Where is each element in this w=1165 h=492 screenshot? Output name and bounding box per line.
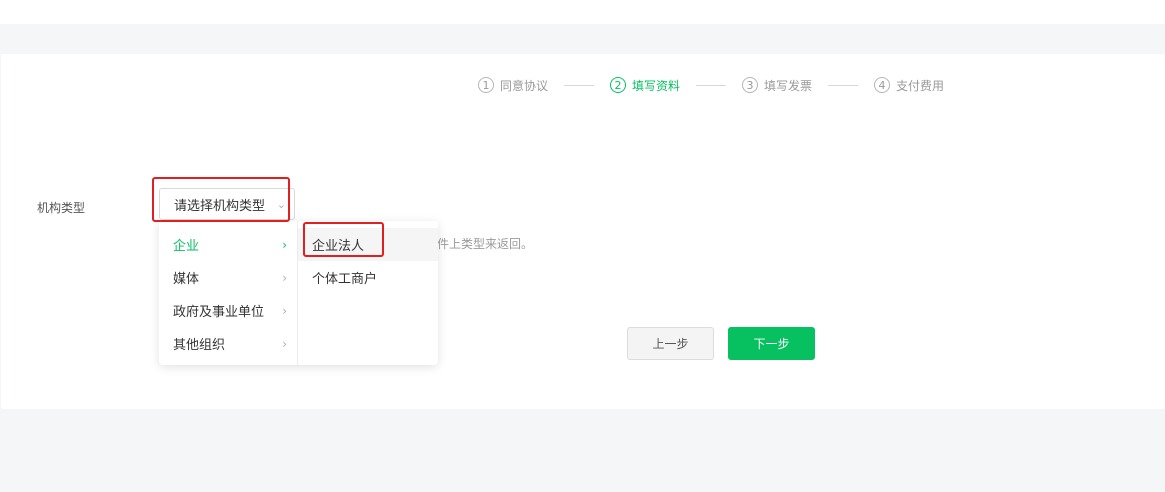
top-bar [0, 0, 1165, 24]
org-type-label: 机构类型 [37, 201, 86, 215]
cascader-level2: 企业法人 个体工商户 [298, 221, 438, 365]
hint-text: 件上类型来返回。 [437, 237, 534, 251]
prev-step-button[interactable]: 上一步 [627, 327, 714, 360]
step-2: 2 填写资料 [610, 77, 680, 94]
step-4-label: 支付费用 [896, 78, 945, 93]
step-2-number: 2 [610, 77, 627, 93]
step-3-number: 3 [742, 77, 759, 93]
option-government[interactable]: 政府及事业单位 › [159, 294, 297, 327]
step-divider [696, 84, 727, 86]
option-enterprise[interactable]: 企业 › [159, 228, 297, 261]
step-3: 3 填写发票 [742, 77, 812, 94]
step-3-label: 填写发票 [764, 78, 813, 93]
step-4-number: 4 [874, 77, 891, 93]
option-other-org[interactable]: 其他组织 › [159, 327, 297, 360]
chevron-down-icon: ⌄ [276, 198, 286, 211]
step-4: 4 支付费用 [874, 77, 944, 94]
chevron-right-icon: › [282, 336, 287, 351]
option-label: 企业法人 [312, 239, 365, 254]
chevron-right-icon: › [282, 303, 287, 318]
option-media[interactable]: 媒体 › [159, 261, 297, 294]
cascader-dropdown: 企业 › 媒体 › 政府及事业单位 › 其他组织 › 企业法人 个体工商户 [159, 221, 438, 365]
step-divider [828, 84, 859, 86]
option-label: 媒体 [173, 272, 200, 287]
chevron-right-icon: › [282, 270, 287, 285]
org-type-select-placeholder: 请选择机构类型 [174, 198, 266, 214]
step-1: 1 同意协议 [478, 77, 548, 94]
step-1-label: 同意协议 [500, 78, 549, 93]
step-divider [564, 84, 595, 86]
option-label: 企业 [173, 239, 200, 254]
chevron-right-icon: › [282, 237, 287, 252]
option-label: 个体工商户 [312, 272, 378, 287]
option-individual-business[interactable]: 个体工商户 [298, 261, 438, 294]
next-step-button[interactable]: 下一步 [728, 327, 815, 360]
option-label: 政府及事业单位 [173, 305, 265, 320]
cascader-level1: 企业 › 媒体 › 政府及事业单位 › 其他组织 › [159, 221, 298, 365]
steps-bar: 1 同意协议 2 填写资料 3 填写发票 4 支付费用 [478, 75, 944, 95]
step-1-number: 1 [478, 77, 494, 93]
option-label: 其他组织 [173, 338, 226, 353]
step-2-label: 填写资料 [632, 78, 681, 93]
org-type-select[interactable]: 请选择机构类型 ⌄ [159, 188, 295, 220]
option-enterprise-legal-person[interactable]: 企业法人 [298, 228, 438, 261]
